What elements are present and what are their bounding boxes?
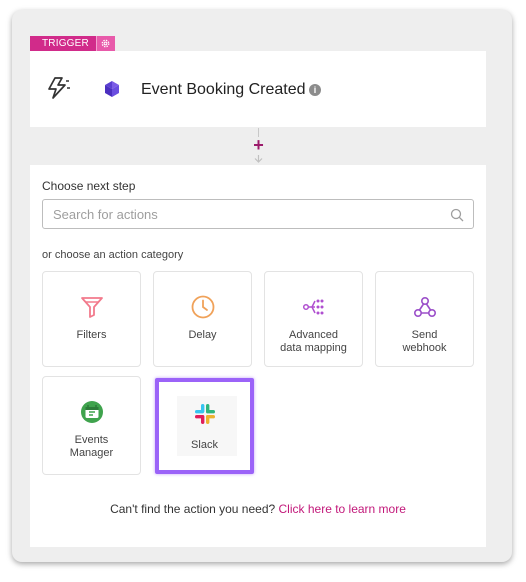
clock-icon bbox=[191, 295, 214, 319]
category-label: or choose an action category bbox=[42, 249, 184, 261]
data-mapping-tile[interactable]: Advanced data mapping bbox=[264, 271, 363, 367]
data-mapping-label: Advanced data mapping bbox=[280, 329, 347, 354]
help-question: Can't find the action you need? bbox=[110, 502, 276, 516]
funnel-icon bbox=[80, 297, 103, 318]
filters-tile[interactable]: Filters bbox=[42, 271, 141, 367]
events-manager-label: Events Manager bbox=[69, 434, 114, 459]
events-manager-icon bbox=[80, 401, 103, 423]
trigger-badge: TRIGGER bbox=[30, 36, 115, 51]
search-input[interactable] bbox=[43, 200, 473, 228]
arrow-down-icon bbox=[254, 155, 263, 163]
slack-label: Slack bbox=[191, 439, 218, 451]
filters-label: Filters bbox=[76, 329, 107, 341]
slack-tile[interactable]: Slack bbox=[155, 378, 254, 474]
webhook-label: Send webhook bbox=[402, 329, 447, 354]
search-icon bbox=[450, 208, 464, 222]
app-logo-icon bbox=[105, 81, 119, 97]
search-box[interactable] bbox=[42, 199, 474, 229]
delay-tile[interactable]: Delay bbox=[153, 271, 252, 367]
learn-more-link[interactable]: Click here to learn more bbox=[279, 502, 406, 516]
help-text: Can't find the action you need? Click he… bbox=[0, 502, 516, 516]
add-step-button[interactable]: + bbox=[250, 136, 267, 154]
gear-icon[interactable] bbox=[95, 36, 115, 51]
events-manager-tile[interactable]: Events Manager bbox=[42, 376, 141, 475]
slack-icon bbox=[195, 404, 215, 424]
event-title: Event Booking Created bbox=[141, 81, 306, 98]
webhook-tile[interactable]: Send webhook bbox=[375, 271, 474, 367]
info-icon[interactable]: i bbox=[309, 84, 321, 96]
data-mapping-icon bbox=[302, 299, 323, 315]
delay-label: Delay bbox=[188, 329, 217, 341]
choose-step-label: Choose next step bbox=[42, 179, 136, 193]
trigger-badge-label: TRIGGER bbox=[30, 36, 96, 51]
zap-icon bbox=[48, 77, 70, 99]
webhook-icon bbox=[413, 296, 436, 318]
